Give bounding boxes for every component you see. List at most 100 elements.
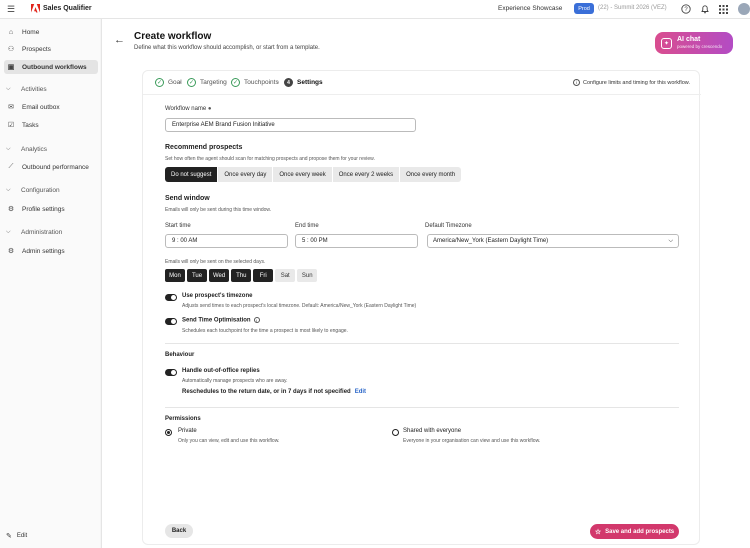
- chevron-down-icon: ⌵: [6, 86, 11, 92]
- back-button[interactable]: Back: [165, 524, 193, 538]
- workflow-name-input[interactable]: Enterprise AEM Brand Fusion Initiative: [165, 118, 416, 132]
- timezone-label: Default Timezone: [425, 223, 472, 229]
- private-helper: Only you can view, edit and use this wor…: [178, 438, 280, 444]
- sidebar-section-activities[interactable]: ⌵ Activities: [6, 86, 47, 93]
- option-once-every-month[interactable]: Once every month: [400, 167, 462, 182]
- sidebar-item-admin-settings[interactable]: ⚙ Admin settings: [4, 244, 98, 258]
- star-icon: ☆: [594, 528, 602, 536]
- send-time-optimisation-helper: Schedules each touchpoint for the time a…: [182, 328, 348, 334]
- bell-icon[interactable]: [699, 3, 711, 15]
- use-prospect-timezone-label: Use prospect's timezone: [182, 293, 253, 299]
- sidebar-section-analytics[interactable]: ⌵ Analytics: [6, 146, 47, 153]
- use-prospect-timezone-helper: Adjusts send times to each prospect's lo…: [182, 303, 417, 309]
- mail-icon: ✉: [8, 104, 14, 111]
- chevron-right-icon: ›: [225, 80, 227, 86]
- day-wed[interactable]: Wed: [209, 269, 230, 282]
- sidebar-item-profile-settings[interactable]: ⚙ Profile settings: [4, 202, 98, 216]
- step-number: 4: [284, 78, 293, 87]
- ooo-edit-link[interactable]: Edit: [355, 389, 366, 395]
- send-time-optimisation-label: Send Time Optimisation i: [182, 317, 260, 324]
- step-targeting[interactable]: ✓ Targeting: [187, 78, 227, 87]
- option-once-every-week[interactable]: Once every week: [273, 167, 332, 182]
- send-window-title: Send window: [165, 195, 210, 202]
- timezone-select[interactable]: America/New_York (Eastern Daylight Time)…: [427, 234, 679, 248]
- end-time-input[interactable]: 5 : 00 PM: [295, 234, 418, 248]
- day-fri[interactable]: Fri: [253, 269, 274, 282]
- sidebar-item-label: Admin settings: [22, 247, 65, 255]
- day-tue[interactable]: Tue: [187, 269, 207, 282]
- end-time-label: End time: [295, 223, 319, 229]
- workflow-settings-card: ✓ Goal › ✓ Targeting › ✓ Touchpoints › 4…: [142, 70, 701, 545]
- check-icon: ✓: [231, 78, 240, 87]
- day-mon[interactable]: Mon: [165, 269, 185, 282]
- sidebar-item-email-outbox[interactable]: ✉ Email outbox: [4, 100, 98, 114]
- env-badge[interactable]: Prod: [574, 3, 594, 14]
- option-once-every-2-weeks[interactable]: Once every 2 weeks: [332, 167, 400, 182]
- sidebar-item-label: Profile settings: [22, 205, 65, 213]
- start-time-input[interactable]: 9 : 00 AM: [165, 234, 288, 248]
- sidebar-item-tasks[interactable]: ☑ Tasks: [4, 118, 98, 132]
- sidebar-item-label: Home: [22, 28, 40, 36]
- sidebar-section-configuration[interactable]: ⌵ Configuration: [6, 187, 60, 194]
- workflow-name-label: Workflow name ●: [165, 106, 212, 112]
- shared-radio[interactable]: [392, 429, 399, 436]
- chevron-down-icon: ⌵: [6, 229, 11, 235]
- shared-label: Shared with everyone: [403, 428, 462, 434]
- app-name: Sales Qualifier: [43, 5, 92, 12]
- day-sun[interactable]: Sun: [297, 269, 318, 282]
- home-icon: ⌂: [8, 28, 14, 36]
- day-thu[interactable]: Thu: [231, 269, 252, 282]
- private-label: Private: [178, 428, 197, 434]
- use-prospect-timezone-toggle[interactable]: [165, 294, 177, 301]
- send-time-optimisation-toggle[interactable]: [165, 318, 177, 325]
- sidebar-item-prospects[interactable]: ⚇ Prospects: [4, 42, 98, 56]
- org-switcher[interactable]: Experience Showcase: [498, 5, 562, 12]
- recommend-frequency-selector: Do not suggest Once every day Once every…: [165, 167, 462, 182]
- pencil-icon: ✎: [6, 533, 12, 540]
- tasks-icon: ☑: [7, 122, 15, 129]
- hamburger-menu-icon[interactable]: ☰: [7, 4, 15, 15]
- sidebar-section-administration[interactable]: ⌵ Administration: [6, 229, 62, 236]
- edit-nav-button[interactable]: ✎ Edit: [6, 532, 27, 540]
- sidebar-item-label: Outbound performance: [22, 163, 89, 171]
- sidebar-item-label: Tasks: [22, 121, 39, 129]
- stepper: ✓ Goal › ✓ Targeting › ✓ Touchpoints › 4…: [143, 71, 701, 95]
- chart-icon: ⟋: [8, 163, 14, 170]
- adobe-logo-icon: [31, 4, 40, 13]
- configure-hint: i Configure limits and timing for this w…: [573, 79, 690, 86]
- days-helper: Emails will only be sent on the selected…: [165, 259, 266, 265]
- sidebar-item-home[interactable]: ⌂ Home: [4, 25, 98, 39]
- sidebar-item-label: Email outbox: [22, 103, 60, 111]
- ai-chat-button[interactable]: ✦ AI chat powered by crescendo: [655, 32, 733, 54]
- ooo-replies-toggle[interactable]: [165, 369, 177, 376]
- check-icon: ✓: [187, 78, 196, 87]
- chat-icon: ✦: [661, 37, 672, 49]
- permissions-title: Permissions: [165, 416, 201, 422]
- ooo-rule: Reschedules to the return date, or in 7 …: [182, 389, 367, 395]
- send-window-helper: Emails will only be sent during this tim…: [165, 207, 272, 213]
- step-goal[interactable]: ✓ Goal: [155, 78, 182, 87]
- profile-icon: ⚙: [7, 206, 15, 213]
- sidebar-item-label: Prospects: [22, 45, 51, 53]
- option-once-every-day[interactable]: Once every day: [218, 167, 273, 182]
- save-and-add-prospects-button[interactable]: ☆ Save and add prospects: [590, 524, 679, 539]
- apps-grid-icon[interactable]: [717, 3, 729, 15]
- info-icon[interactable]: i: [253, 317, 260, 323]
- step-settings[interactable]: 4 Settings: [284, 78, 323, 87]
- sidebar-item-outbound-performance[interactable]: ⟋ Outbound performance: [4, 160, 98, 174]
- user-avatar[interactable]: [738, 3, 750, 15]
- step-touchpoints[interactable]: ✓ Touchpoints: [231, 78, 279, 87]
- ai-chat-label: AI chat: [677, 36, 701, 43]
- chevron-right-icon: ›: [277, 80, 279, 86]
- private-radio[interactable]: [165, 429, 172, 436]
- help-icon[interactable]: ?: [680, 3, 692, 15]
- page-subtitle: Define what this workflow should accompl…: [134, 45, 320, 51]
- recommend-helper: Set how often the agent should scan for …: [165, 156, 375, 162]
- back-arrow-icon[interactable]: ←: [114, 34, 125, 46]
- sandbox-name[interactable]: (22) - Summit 2026 (VEZ): [598, 5, 667, 11]
- option-do-not-suggest[interactable]: Do not suggest: [165, 167, 218, 182]
- day-sat[interactable]: Sat: [275, 269, 296, 282]
- gear-icon: ⚙: [7, 248, 15, 255]
- page-title: Create workflow: [134, 31, 212, 42]
- sidebar-item-outbound-workflows[interactable]: ▣ Outbound workflows: [4, 60, 98, 74]
